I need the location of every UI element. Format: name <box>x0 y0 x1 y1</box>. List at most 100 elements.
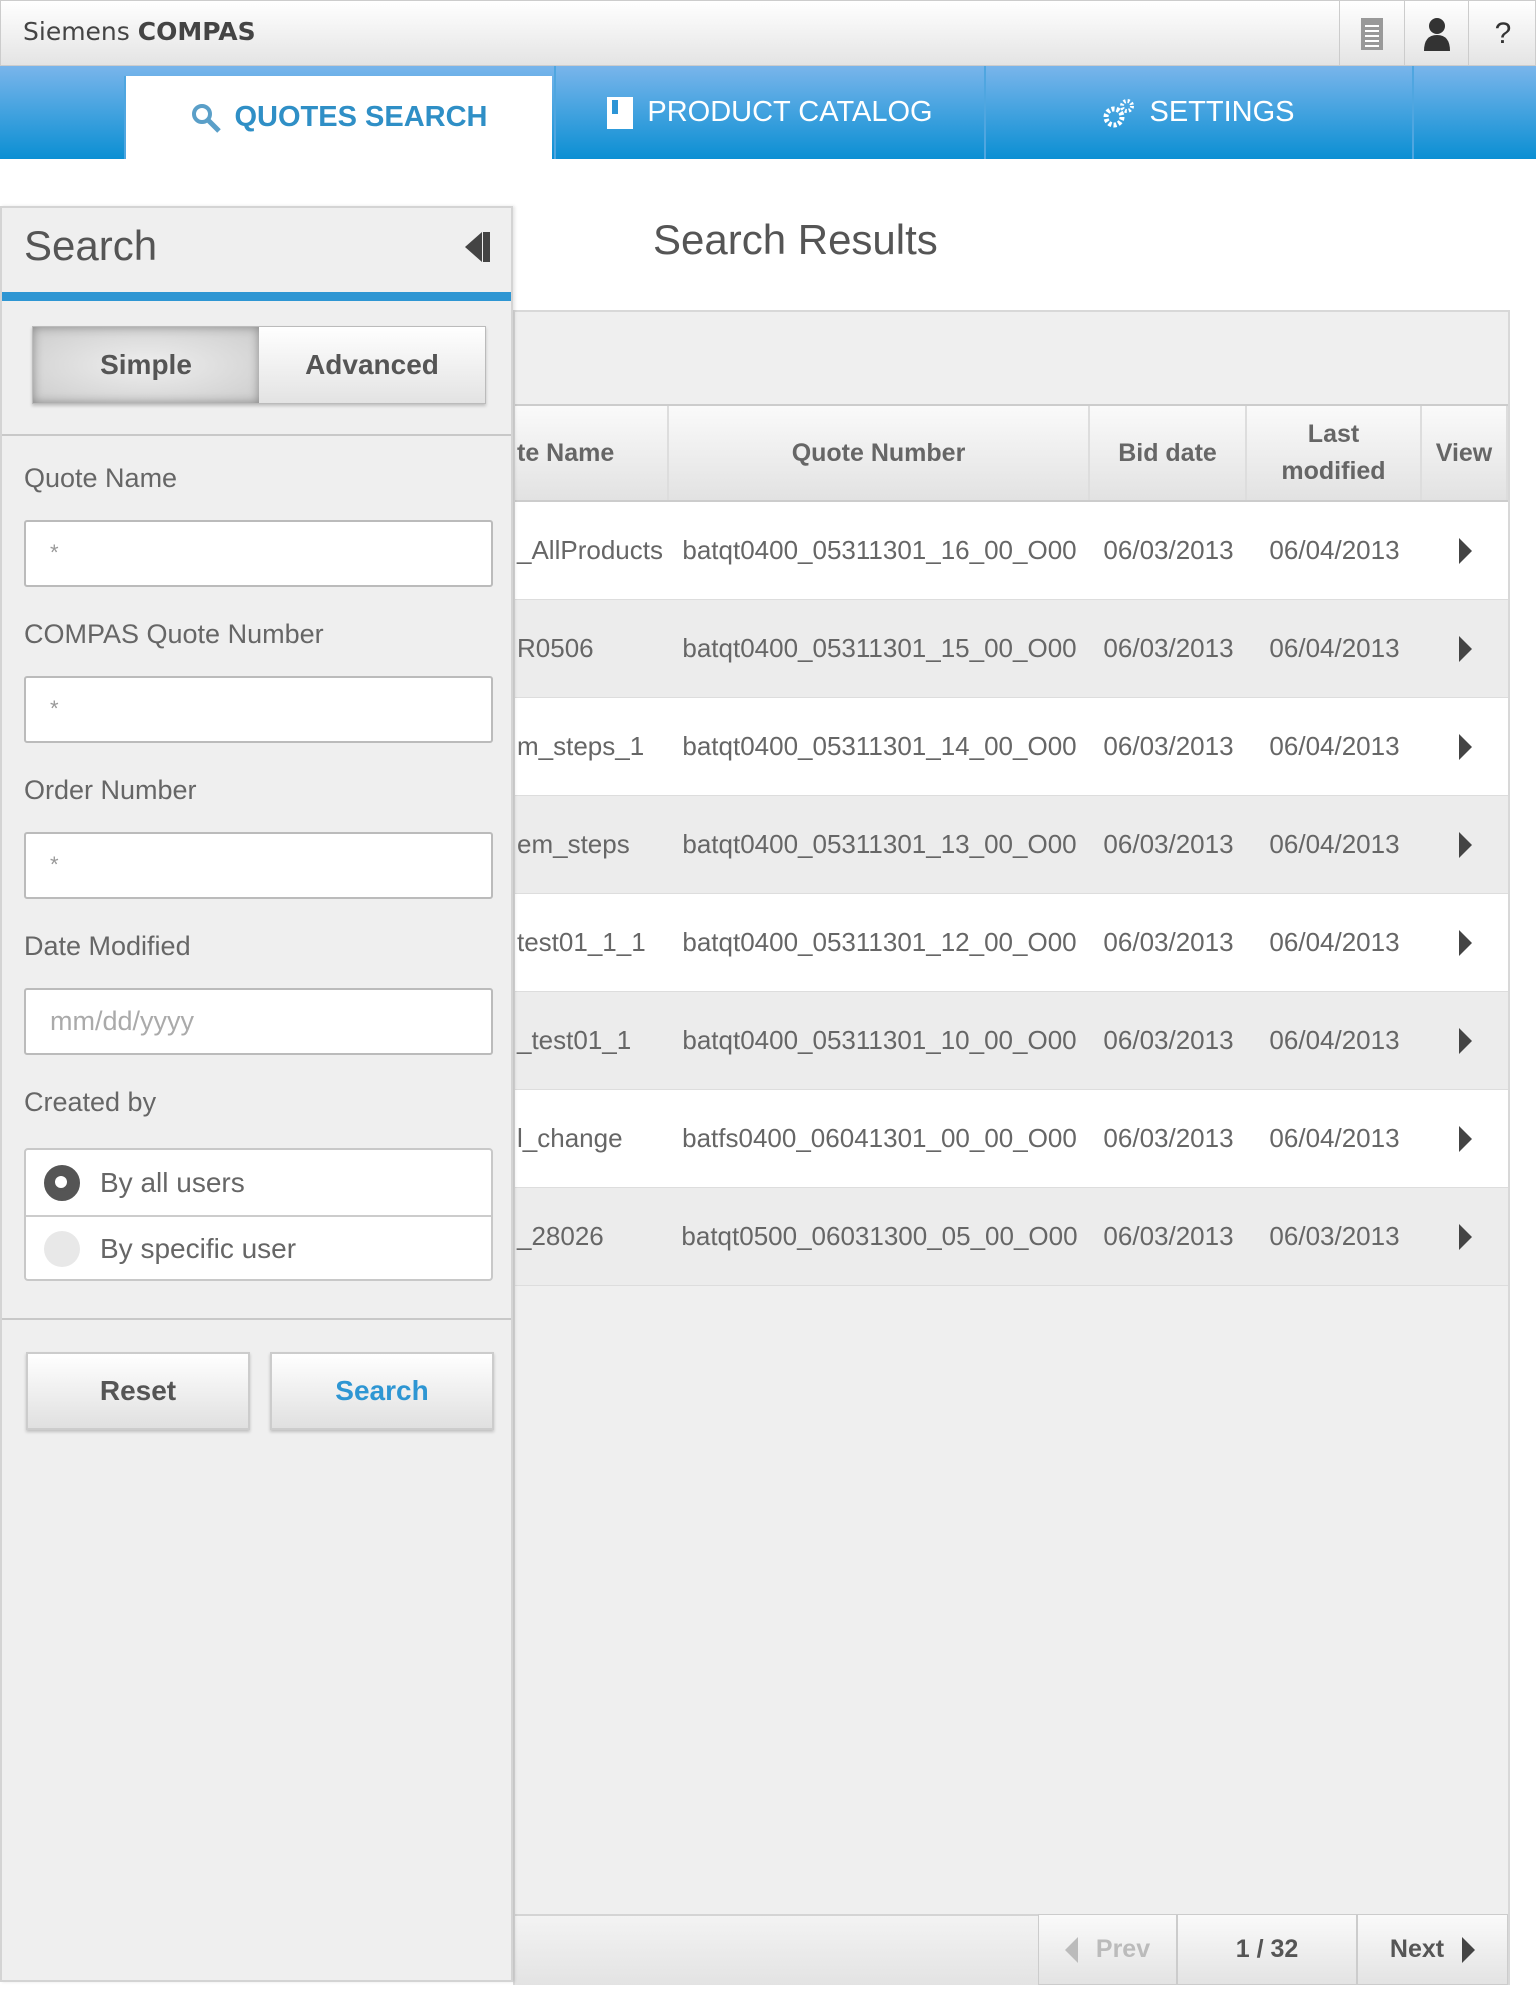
panel-title: Search <box>24 222 158 269</box>
collapse-panel-icon[interactable] <box>465 230 491 264</box>
view-button[interactable] <box>1422 600 1508 697</box>
cell-last-modified: 06/03/2013 <box>1269 1221 1400 1251</box>
tab-product-catalog[interactable]: PRODUCT CATALOG <box>554 66 984 159</box>
view-arrow-icon <box>1458 1223 1472 1250</box>
help-button[interactable]: ? <box>1468 1 1536 67</box>
order-number-label: Order Number <box>24 775 197 805</box>
column-bid-date[interactable]: Bid date <box>1090 406 1247 500</box>
order-number-input[interactable]: * <box>24 832 493 899</box>
view-button[interactable] <box>1422 1188 1508 1285</box>
cell-bid-date: 06/03/2013 <box>1103 1025 1234 1055</box>
date-modified-label: Date Modified <box>24 931 191 961</box>
view-button[interactable] <box>1422 1090 1508 1187</box>
cell-quote-number: batfs0400_06041301_00_00_O00 <box>682 1123 1077 1153</box>
cell-quote-name: _28026 <box>517 1221 604 1251</box>
view-button[interactable] <box>1422 698 1508 795</box>
gears-icon <box>1103 98 1135 127</box>
table-row[interactable]: test01_1_1 batqt0400_05311301_12_00_O00 06… <box>515 894 1508 992</box>
cell-quote-name: l_change <box>517 1123 623 1153</box>
table-header: te Name Quote Number Bid date Last modif… <box>515 404 1508 502</box>
reset-button[interactable]: Reset <box>26 1352 250 1430</box>
cell-quote-name: _AllProducts <box>517 535 663 565</box>
search-icon <box>191 103 221 133</box>
view-arrow-icon <box>1458 1125 1472 1152</box>
cell-bid-date: 06/03/2013 <box>1103 535 1234 565</box>
table-row[interactable]: _AllProducts batqt0400_05311301_16_00_O00… <box>515 502 1508 600</box>
cell-quote-name: _test01_1 <box>517 1025 632 1055</box>
book-icon <box>607 96 634 129</box>
prev-button[interactable]: Prev <box>1038 1914 1177 1985</box>
cell-last-modified: 06/04/2013 <box>1269 927 1400 957</box>
view-arrow-icon <box>1458 1027 1472 1054</box>
cell-bid-date: 06/03/2013 <box>1103 1221 1234 1251</box>
cell-quote-number: batqt0400_05311301_10_00_O00 <box>682 1025 1077 1055</box>
tab-spacer <box>1412 66 1536 159</box>
view-button[interactable] <box>1422 894 1508 991</box>
advanced-toggle[interactable]: Advanced <box>259 327 485 403</box>
results-table: te Name Quote Number Bid date Last modif… <box>513 310 1510 1985</box>
simple-toggle[interactable]: Simple <box>33 327 259 403</box>
view-button[interactable] <box>1422 796 1508 893</box>
cell-quote-name: em_steps <box>517 829 630 859</box>
document-list-button[interactable] <box>1339 1 1404 67</box>
cell-bid-date: 06/03/2013 <box>1103 927 1234 957</box>
date-modified-input[interactable]: mm/dd/yyyy <box>24 988 493 1055</box>
created-by-label: Created by <box>24 1087 157 1117</box>
quote-number-input[interactable]: * <box>24 676 493 743</box>
table-row[interactable]: l_change batfs0400_06041301_00_00_O00 06/0… <box>515 1090 1508 1188</box>
next-arrow-icon <box>1462 1936 1476 1963</box>
next-label: Next <box>1389 1935 1445 1963</box>
tab-settings[interactable]: SETTINGS <box>984 66 1412 159</box>
table-row[interactable]: R0506 batqt0400_05311301_15_00_O00 06/03/2… <box>515 600 1508 698</box>
cell-quote-number: batqt0400_05311301_15_00_O00 <box>682 633 1077 663</box>
results-title: Search Results <box>653 216 938 263</box>
view-button[interactable] <box>1422 502 1508 599</box>
column-quote-number[interactable]: Quote Number <box>669 406 1090 500</box>
quote-name-input[interactable]: * <box>24 520 493 587</box>
cell-bid-date: 06/03/2013 <box>1103 633 1234 663</box>
view-button[interactable] <box>1422 992 1508 1089</box>
column-quote-name[interactable]: te Name <box>515 406 669 500</box>
cell-quote-number: batqt0400_05311301_12_00_O00 <box>682 927 1077 957</box>
cell-quote-name: test01_1_1 <box>517 927 646 957</box>
help-icon: ? <box>1494 17 1512 50</box>
radio-all-users[interactable]: By all users <box>26 1150 491 1215</box>
table-row[interactable]: m_steps_1 batqt0400_05311301_14_00_O00 06/… <box>515 698 1508 796</box>
view-arrow-icon <box>1458 635 1472 662</box>
page-indicator: 1 / 32 <box>1177 1914 1357 1985</box>
document-list-icon <box>1361 18 1383 50</box>
next-button[interactable]: Next <box>1357 1914 1508 1985</box>
radio-selected-icon <box>44 1164 80 1201</box>
view-arrow-icon <box>1458 733 1472 760</box>
search-button[interactable]: Search <box>270 1352 494 1430</box>
cell-last-modified: 06/04/2013 <box>1269 633 1400 663</box>
panel-accent-bar <box>2 292 511 301</box>
cell-quote-number: batqt0400_05311301_14_00_O00 <box>682 731 1077 761</box>
table-row[interactable]: em_steps batqt0400_05311301_13_00_O00 06/0… <box>515 796 1508 894</box>
cell-quote-number: batqt0400_05311301_16_00_O00 <box>682 535 1077 565</box>
main-tabs: QUOTES SEARCH PRODUCT CATALOG SETTINGS <box>0 66 1536 159</box>
quote-name-label: Quote Name <box>24 463 178 493</box>
created-by-radio-group: By all users By specific user <box>24 1148 493 1281</box>
tab-quotes-search[interactable]: QUOTES SEARCH <box>124 76 552 159</box>
app-title-light: Siemens <box>23 17 130 46</box>
search-panel: Search Simple Advanced Quote Name * COMP… <box>0 206 513 1982</box>
table-row[interactable]: _test01_1 batqt0400_05311301_10_00_O00 06/… <box>515 992 1508 1090</box>
cell-quote-name: m_steps_1 <box>517 731 645 761</box>
app-header: Siemens COMPAS ? <box>0 0 1536 67</box>
view-arrow-icon <box>1458 831 1472 858</box>
radio-specific-user[interactable]: By specific user <box>26 1215 491 1280</box>
table-row[interactable]: _28026 batqt0500_06031300_05_00_O00 06/03/… <box>515 1188 1508 1286</box>
app-title: Siemens COMPAS <box>23 17 256 46</box>
tab-label: PRODUCT CATALOG <box>647 96 933 128</box>
cell-last-modified: 06/04/2013 <box>1269 731 1400 761</box>
view-arrow-icon <box>1458 537 1472 564</box>
prev-label: Prev <box>1095 1935 1151 1963</box>
cell-bid-date: 06/03/2013 <box>1103 829 1234 859</box>
column-last-modified[interactable]: Last modified <box>1247 406 1422 500</box>
tab-label: SETTINGS <box>1149 96 1295 128</box>
divider <box>2 434 511 436</box>
user-button[interactable] <box>1404 1 1469 67</box>
cell-quote-name: R0506 <box>517 633 594 663</box>
prev-arrow-icon <box>1064 1936 1078 1963</box>
